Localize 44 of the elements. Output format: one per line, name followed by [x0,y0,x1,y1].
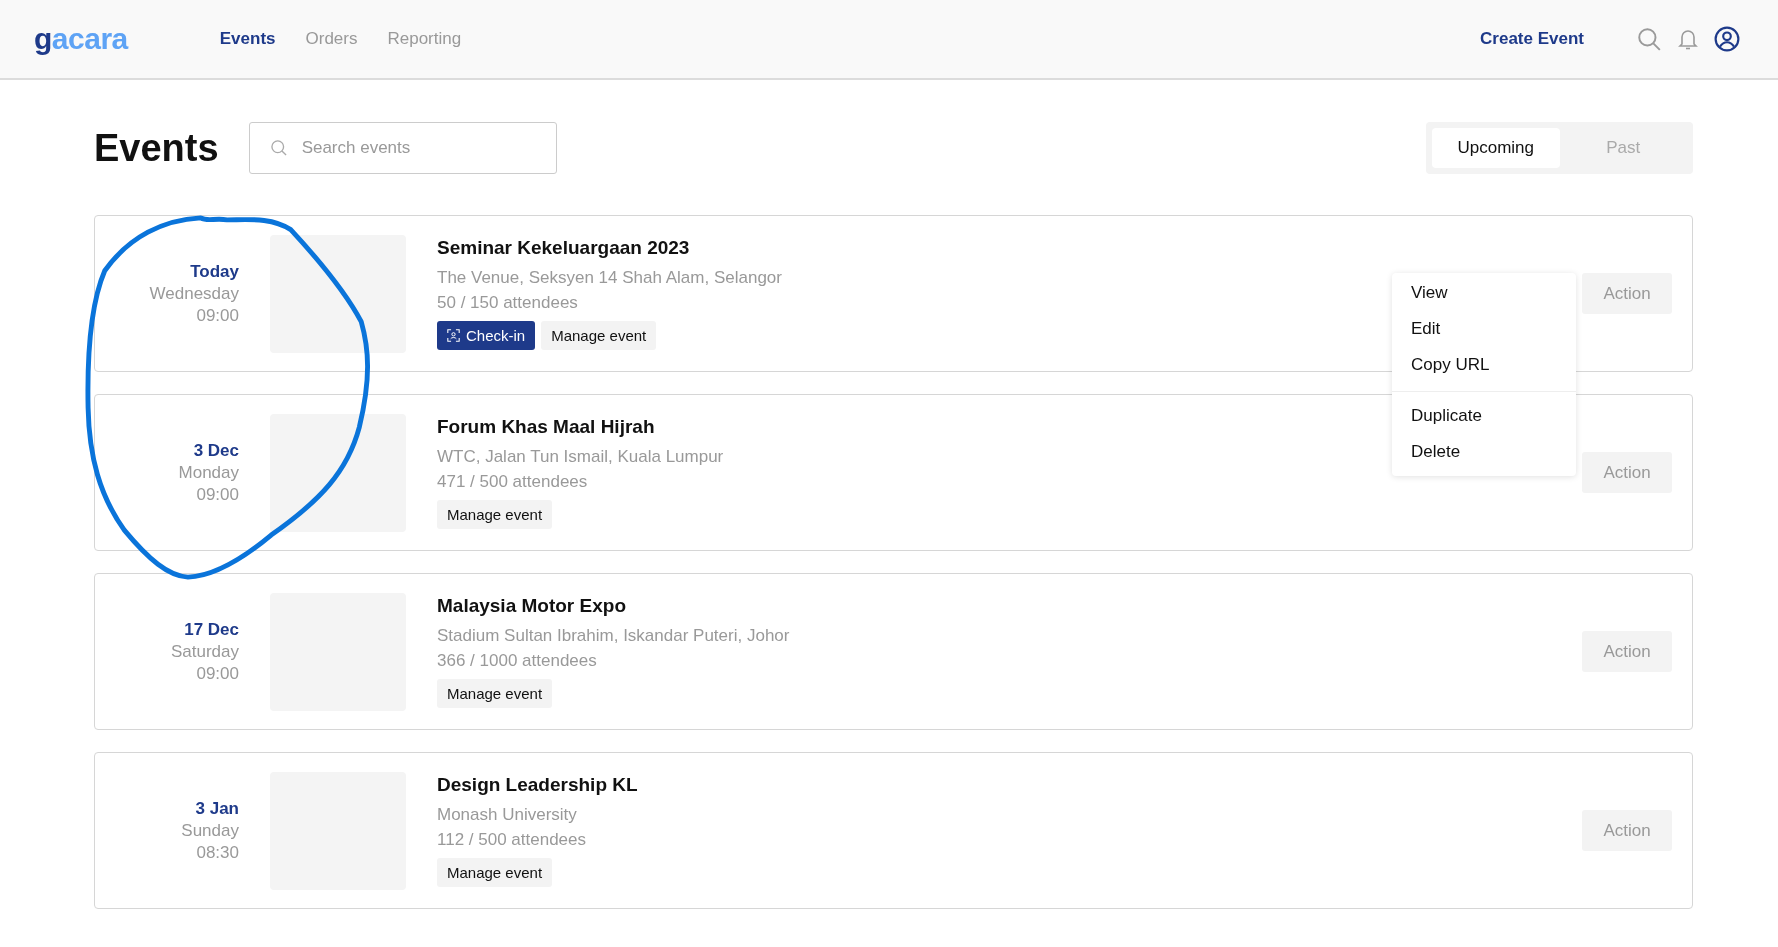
filter-tab[interactable]: Upcoming [1432,128,1560,168]
event-title: Forum Khas Maal Hijrah [437,416,655,438]
attendee-count: 366 / 1000 attendees [437,650,597,672]
event-weekday: Saturday [170,641,239,662]
nav-link[interactable]: Events [219,29,276,49]
event-time: 09:00 [196,663,239,684]
event-weekday: Sunday [181,820,239,841]
event-time: 08:30 [196,842,239,863]
scan-icon [447,329,460,342]
event-weekday: Monday [178,462,239,483]
event-venue: The Venue, Seksyen 14 Shah Alam, Selangor [437,267,782,289]
create-event-link[interactable]: Create Event [1480,29,1584,49]
event-date: 17 Dec [184,619,239,640]
search-icon [268,138,289,158]
manage-event-button[interactable]: Manage event [437,858,553,887]
event-title: Seminar Kekeluargaan 2023 [437,237,690,259]
manage-event-button[interactable]: Manage event [437,500,553,529]
menu-item[interactable]: Delete [1392,434,1576,470]
attendee-count: 112 / 500 attendees [437,829,587,851]
event-venue: WTC, Jalan Tun Ismail, Kuala Lumpur [437,446,724,468]
event-date: Today [190,261,239,282]
event-time: 09:00 [196,484,239,505]
search-icon[interactable] [1636,26,1662,52]
user-icon[interactable] [1714,26,1740,52]
manage-event-button[interactable]: Manage event [437,679,553,708]
attendee-count: 471 / 500 attendees [437,471,588,493]
menu-item[interactable]: Duplicate [1392,398,1576,434]
page-title: Events [94,126,219,170]
event-title: Malaysia Motor Expo [437,595,626,617]
event-date: 3 Jan [195,798,239,819]
manage-event-button[interactable]: Manage event [541,321,657,350]
check-in-button[interactable]: Check-in [437,321,536,350]
event-date: 3 Dec [193,440,239,461]
event-title: Design Leadership KL [437,774,638,796]
event-time: 09:00 [196,305,239,326]
menu-item[interactable]: Copy URL [1392,347,1576,383]
menu-item[interactable]: View [1392,275,1576,311]
menu-item[interactable]: Edit [1392,311,1576,347]
search-field[interactable]: Search events [248,122,557,174]
logo[interactable]: gacara [34,22,128,56]
attendee-count: 50 / 150 attendees [437,292,578,314]
event-venue: Monash University [437,804,577,826]
event-venue: Stadium Sultan Ibrahim, Iskandar Puteri, Johor [437,625,790,647]
event-weekday: Wednesday [149,283,239,304]
